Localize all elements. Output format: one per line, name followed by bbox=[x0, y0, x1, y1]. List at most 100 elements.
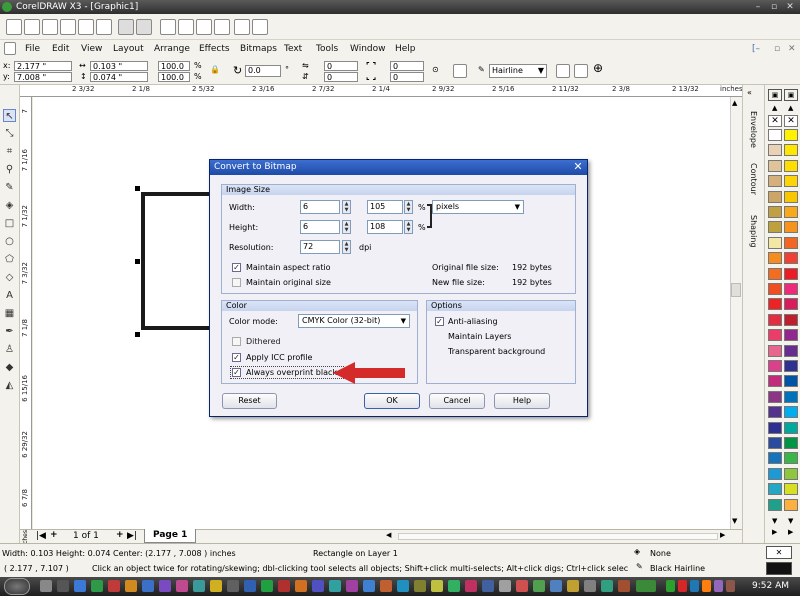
corner-roundness-1[interactable]: 0 bbox=[324, 61, 358, 71]
color-swatch[interactable] bbox=[768, 421, 782, 434]
color-swatch[interactable] bbox=[784, 144, 798, 157]
color-swatch[interactable] bbox=[784, 498, 798, 511]
mirror-horizontal-icon[interactable]: ⇋ bbox=[302, 61, 309, 71]
color-swatch[interactable] bbox=[768, 206, 782, 218]
height-percent-input[interactable]: 108 bbox=[367, 220, 403, 234]
color-swatch[interactable] bbox=[768, 190, 782, 203]
color-swatch[interactable] bbox=[784, 375, 798, 388]
rotation-field[interactable]: 0.0 bbox=[245, 65, 281, 77]
color-swatch[interactable] bbox=[768, 360, 782, 372]
scroll-down-icon[interactable]: ▼ bbox=[732, 517, 737, 525]
apply-icc-checkbox[interactable]: ✓ bbox=[232, 353, 241, 362]
last-page-icon[interactable]: ▶| bbox=[127, 531, 137, 541]
hscroll-right-icon[interactable]: ▶ bbox=[720, 531, 725, 539]
taskbar-app-icon[interactable] bbox=[499, 580, 511, 592]
units-select[interactable]: pixels ▼ bbox=[432, 200, 524, 214]
color-swatch[interactable] bbox=[784, 437, 798, 449]
color-swatch[interactable] bbox=[784, 236, 798, 249]
menu-effects[interactable]: Effects bbox=[199, 44, 230, 54]
corner-roundness-2[interactable]: 0 bbox=[324, 72, 358, 82]
color-swatch[interactable] bbox=[784, 483, 798, 496]
taskbar-app-icon[interactable] bbox=[278, 580, 290, 592]
y-position-field[interactable]: 7.008 " bbox=[14, 72, 72, 82]
page-tab-1[interactable]: Page 1 bbox=[144, 529, 197, 543]
taskbar-app-icon[interactable] bbox=[465, 580, 477, 592]
selection-handle[interactable] bbox=[135, 259, 140, 264]
cancel-button[interactable]: Cancel bbox=[429, 393, 485, 409]
color-swatch[interactable] bbox=[768, 313, 782, 326]
pick-tool-icon[interactable]: ↖ bbox=[3, 109, 16, 122]
width-percent-input[interactable]: 105 bbox=[367, 200, 403, 214]
menu-edit[interactable]: Edit bbox=[52, 44, 69, 54]
smart-fill-tool-icon[interactable]: ◈ bbox=[3, 199, 16, 212]
restore-icon[interactable]: ▫ bbox=[768, 1, 780, 13]
copy-icon[interactable] bbox=[96, 19, 112, 35]
color-swatch[interactable] bbox=[768, 221, 782, 234]
palette-options-icon[interactable]: ▣ bbox=[784, 89, 798, 101]
taskbar-app-icon[interactable] bbox=[210, 580, 222, 592]
color-swatch[interactable] bbox=[768, 467, 782, 480]
color-swatch[interactable] bbox=[784, 221, 798, 234]
taskbar-app-icon[interactable] bbox=[516, 580, 528, 592]
to-front-icon[interactable] bbox=[556, 64, 570, 78]
outline-width-select[interactable]: Hairline ▼ bbox=[489, 64, 547, 78]
text-tool-icon[interactable]: A bbox=[3, 289, 16, 302]
palette-up-icon[interactable]: ▲ bbox=[772, 104, 777, 112]
color-swatch[interactable] bbox=[768, 344, 782, 357]
application-launcher-icon[interactable] bbox=[196, 19, 212, 35]
taskbar-app-icon[interactable] bbox=[618, 580, 630, 592]
lock-ratio-icon[interactable]: 🔒 bbox=[210, 65, 220, 75]
taskbar-app-icon[interactable] bbox=[329, 580, 341, 592]
taskbar-app-icon[interactable] bbox=[244, 580, 256, 592]
height-input[interactable]: 6 bbox=[300, 220, 340, 234]
color-swatch[interactable] bbox=[784, 452, 798, 465]
maintain-aspect-checkbox[interactable]: ✓ bbox=[232, 263, 241, 272]
taskbar-app-icon[interactable] bbox=[482, 580, 494, 592]
color-swatch[interactable] bbox=[784, 390, 798, 403]
convert-to-curves-icon[interactable]: ⊕ bbox=[593, 62, 603, 74]
crop-tool-icon[interactable]: ⌗ bbox=[3, 145, 16, 158]
color-swatch[interactable] bbox=[784, 159, 798, 172]
taskbar-app-icon[interactable] bbox=[295, 580, 307, 592]
taskbar-app-icon[interactable] bbox=[176, 580, 188, 592]
object-height-field[interactable]: 0.074 " bbox=[90, 72, 148, 82]
rectangle-tool-icon[interactable]: □ bbox=[3, 217, 16, 230]
corner-roundness-4[interactable]: 0 bbox=[390, 72, 424, 82]
color-swatch[interactable] bbox=[768, 452, 782, 465]
taskbar-app-icon[interactable] bbox=[57, 580, 69, 592]
color-swatch[interactable] bbox=[784, 267, 798, 280]
width-input[interactable]: 6 bbox=[300, 200, 340, 214]
menu-bitmaps[interactable]: Bitmaps bbox=[240, 44, 277, 54]
reset-button[interactable]: Reset bbox=[222, 393, 277, 409]
tray-icon[interactable] bbox=[666, 580, 675, 592]
scroll-up-icon[interactable]: ▲ bbox=[732, 99, 737, 107]
color-swatch[interactable] bbox=[784, 467, 798, 480]
resolution-input[interactable]: 72 bbox=[300, 240, 340, 254]
docker-tab-envelope[interactable]: Envelope bbox=[745, 111, 761, 148]
color-swatch[interactable] bbox=[768, 252, 782, 265]
width-percent-spinner[interactable]: ▲ ▼ bbox=[404, 200, 413, 214]
color-swatch[interactable] bbox=[768, 144, 782, 157]
menu-window[interactable]: Window bbox=[350, 44, 386, 54]
palette-down-icon[interactable]: ▼ bbox=[788, 517, 793, 525]
taskbar-app-icon[interactable] bbox=[125, 580, 137, 592]
interactive-fill-tool-icon[interactable]: ◭ bbox=[3, 379, 16, 392]
no-color-swatch[interactable]: ✕ bbox=[768, 115, 782, 127]
fill-swatch-none[interactable]: ✕ bbox=[766, 546, 792, 559]
taskbar-app-icon[interactable] bbox=[601, 580, 613, 592]
paste-icon[interactable] bbox=[118, 19, 134, 35]
height-spinner[interactable]: ▲ ▼ bbox=[342, 220, 351, 234]
taskbar-app-icon[interactable] bbox=[567, 580, 579, 592]
color-mode-select[interactable]: CMYK Color (32-bit) ▼ bbox=[298, 314, 410, 328]
color-swatch[interactable] bbox=[784, 252, 798, 265]
to-back-icon[interactable] bbox=[574, 64, 588, 78]
color-swatch[interactable] bbox=[768, 267, 782, 280]
polygon-tool-icon[interactable]: ⬠ bbox=[3, 253, 16, 266]
ellipse-tool-icon[interactable]: ○ bbox=[3, 235, 16, 248]
maintain-original-checkbox[interactable] bbox=[232, 278, 241, 287]
menu-layout[interactable]: Layout bbox=[113, 44, 144, 54]
corel-online-icon[interactable] bbox=[214, 19, 230, 35]
minimize-icon[interactable]: – bbox=[752, 1, 764, 13]
cut-icon[interactable] bbox=[78, 19, 94, 35]
active-task-icon[interactable] bbox=[636, 580, 656, 592]
